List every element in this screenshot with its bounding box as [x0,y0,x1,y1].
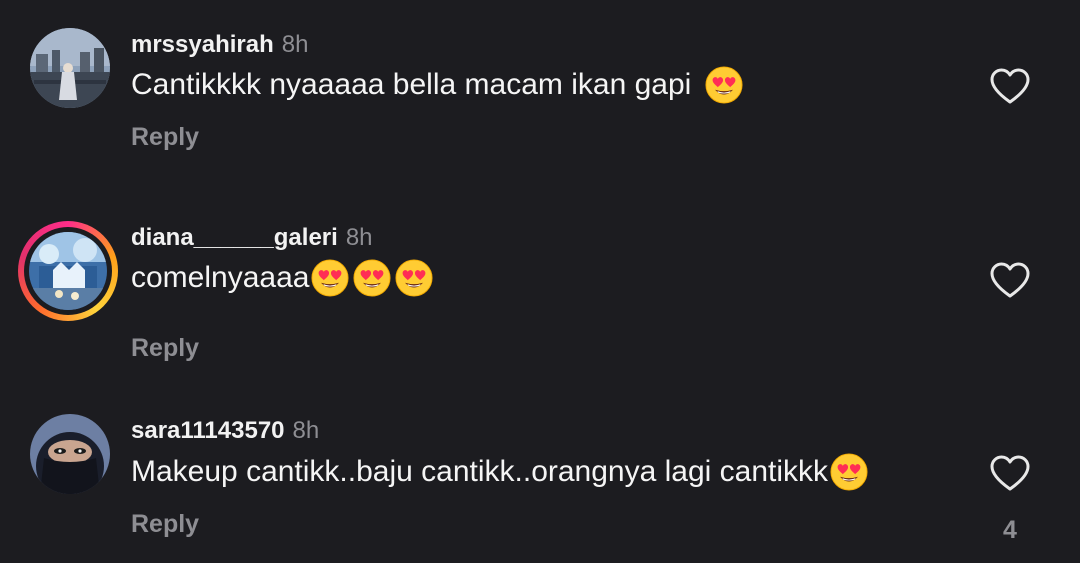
avatar-image [30,414,110,494]
heart-outline-icon[interactable] [988,66,1032,106]
avatar-image [30,28,110,108]
heart-eyes-emoji-icon [353,259,391,297]
heart-eyes-emoji-icon [705,66,743,104]
avatar-story-ring[interactable] [18,221,118,321]
comment-text-content: Cantikkkk nyaaaaa bella macam ikan gapi [131,68,692,101]
avatar[interactable] [30,414,110,494]
avatar [29,232,107,310]
reply-button[interactable]: Reply [131,510,199,539]
comment-text: Cantikkkk nyaaaaa bella macam ikan gapi [131,66,743,104]
timestamp: 8h [281,31,309,58]
comment-header: mrssyahirah 8h [131,31,308,59]
heart-eyes-emoji-icon [311,259,349,297]
reply-button[interactable]: Reply [131,123,199,152]
username[interactable]: diana______galeri [131,224,338,251]
avatar[interactable] [30,28,110,108]
heart-outline-icon[interactable] [988,453,1032,493]
like-count[interactable]: 4 [999,516,1021,545]
comment-text-content: comelnyaaaa [131,261,310,294]
comment-text: Makeup cantikk..baju cantikk..orangnya l… [131,453,868,491]
heart-eyes-emoji-icon [830,453,868,491]
comment-header: sara11143570 8h [131,417,319,445]
username[interactable]: mrssyahirah [131,31,274,58]
comment-header: diana______galeri 8h [131,224,373,252]
reply-button[interactable]: Reply [131,334,199,363]
avatar-image [29,232,107,310]
timestamp: 8h [345,224,373,251]
heart-outline-icon[interactable] [988,260,1032,300]
comment-text: comelnyaaaa [131,259,433,297]
heart-eyes-emoji-icon [395,259,433,297]
timestamp: 8h [292,417,320,444]
comment-text-content: Makeup cantikk..baju cantikk..orangnya l… [131,455,829,488]
username[interactable]: sara11143570 [131,417,285,444]
